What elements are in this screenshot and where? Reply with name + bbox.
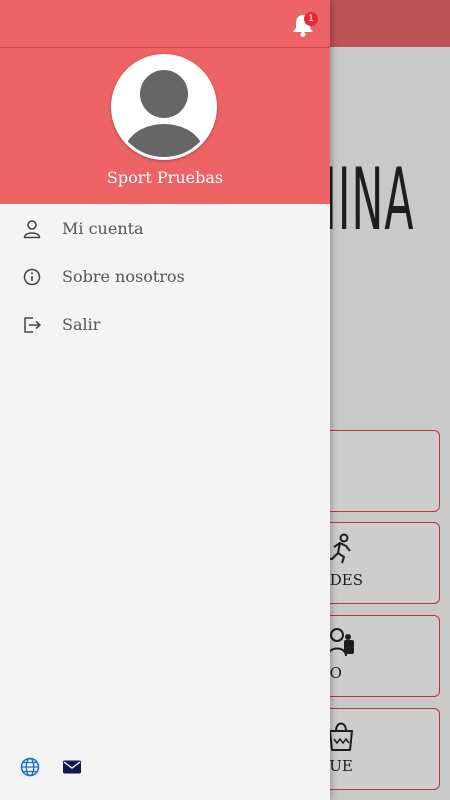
menu-item-salir[interactable]: Salir <box>0 301 330 349</box>
logout-icon <box>24 317 41 333</box>
info-icon <box>23 268 41 286</box>
shopping-bag-icon <box>329 722 353 751</box>
user-name: Sport Pruebas <box>106 168 224 187</box>
globe-icon[interactable] <box>20 757 40 777</box>
menu-item-label: Sobre nosotros <box>62 267 185 286</box>
menu-item-mi-cuenta[interactable]: Mi cuenta <box>0 205 330 253</box>
menu-item-sobre-nosotros[interactable]: Sobre nosotros <box>0 253 330 301</box>
menu-item-label: Mi cuenta <box>62 219 144 238</box>
avatar[interactable] <box>111 54 217 160</box>
header-divider <box>0 47 330 48</box>
notification-badge: 1 <box>304 12 318 26</box>
mail-icon[interactable] <box>62 757 82 777</box>
team-icon <box>327 628 354 657</box>
navigation-drawer: Sport Pruebas Mi cuenta Sobre nosotros S… <box>0 0 330 800</box>
user-icon <box>23 220 41 239</box>
menu-item-label: Salir <box>62 315 101 334</box>
drawer-header: Sport Pruebas <box>0 0 330 204</box>
avatar-placeholder-icon <box>124 70 204 157</box>
running-icon <box>327 533 351 564</box>
